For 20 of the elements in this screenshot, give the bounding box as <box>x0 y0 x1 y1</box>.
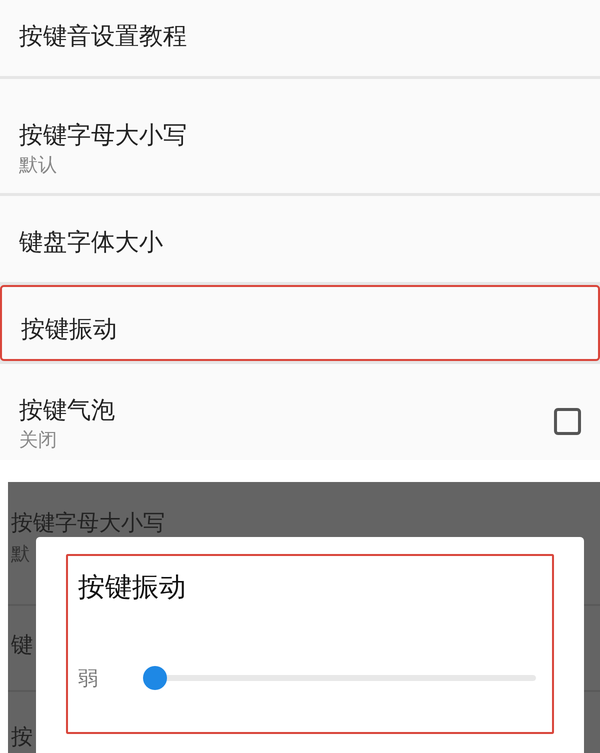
slider-thumb[interactable] <box>143 666 167 690</box>
settings-row[interactable]: 按键气泡 关闭 <box>0 364 600 460</box>
setting-value: 默认 <box>19 153 58 178</box>
settings-row[interactable]: 按键音设置教程 <box>0 0 600 76</box>
setting-title: 按键振动 <box>21 314 118 345</box>
setting-title: 按键音设置教程 <box>19 21 188 52</box>
dimmed-setting-title: 键 <box>11 632 33 660</box>
settings-row[interactable]: 按键振动 <box>0 285 600 361</box>
setting-value: 关闭 <box>19 428 58 453</box>
slider-label: 弱 <box>78 665 98 692</box>
dimmed-setting-title: 按 <box>11 724 33 752</box>
checkbox[interactable] <box>554 408 581 435</box>
settings-row[interactable]: 按键字母大小写 默认 <box>0 79 600 193</box>
setting-title: 键盘字体大小 <box>19 227 164 258</box>
settings-row[interactable]: 键盘字体大小 <box>0 196 600 282</box>
dimmed-setting-title: 按键字母大小写 <box>11 510 165 538</box>
setting-title: 按键字母大小写 <box>19 120 188 151</box>
setting-title: 按键气泡 <box>19 395 116 426</box>
slider[interactable] <box>143 666 536 690</box>
dialog-title: 按键振动 <box>78 571 186 605</box>
